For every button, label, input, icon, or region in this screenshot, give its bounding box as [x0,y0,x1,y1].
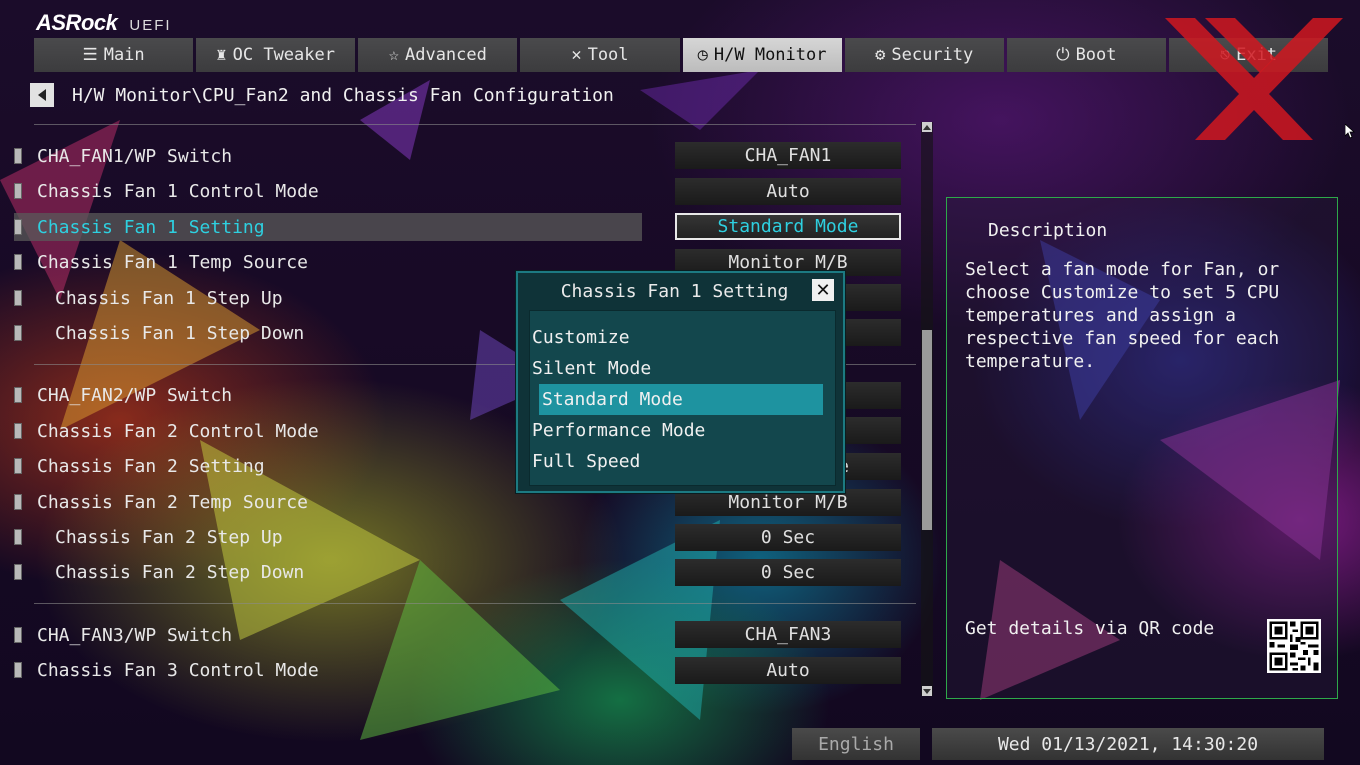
shield-icon: ⚙ [875,44,886,65]
datetime-display: Wed 01/13/2021, 14:30:20 [932,728,1324,760]
setting-label: Chassis Fan 2 Setting [37,455,265,477]
tab-label: Advanced [404,45,487,65]
tab-oc-tweaker[interactable]: ♜ OC Tweaker [196,38,356,72]
setting-label: Chassis Fan 1 Temp Source [37,251,308,273]
setting-row-fan2-step-down[interactable]: Chassis Fan 2 Step Down [14,558,642,586]
value-cha-fan1-switch[interactable]: CHA_FAN1 [675,142,901,169]
arrow-left-icon [38,89,46,101]
value-cha-fan3-switch[interactable]: CHA_FAN3 [675,621,901,648]
value-fan2-temp-source[interactable]: Monitor M/B [675,489,901,516]
asrock-logo: ASRock UEFI [36,10,172,36]
setting-row-cha-fan1-switch[interactable]: CHA_FAN1/WP Switch [14,142,642,170]
description-text: Select a fan mode for Fan, or choose Cus… [965,259,1280,372]
scrollbar[interactable] [921,122,933,696]
star-icon: ☆ [388,44,399,65]
description-title: Description [988,220,1108,241]
tab-hw-monitor[interactable]: ◷ H/W Monitor [682,38,842,72]
setting-label: CHA_FAN1/WP Switch [37,145,233,167]
arrow-up-icon [923,124,931,130]
row-marker [14,325,22,341]
row-marker [14,662,22,678]
tab-advanced[interactable]: ☆ Advanced [358,38,518,72]
row-marker [14,290,22,306]
language-selector[interactable]: English [792,728,920,760]
tab-boot[interactable]: ⏻ Boot [1006,38,1166,72]
value-fan1-control-mode[interactable]: Auto [675,178,901,205]
tab-label: H/W Monitor [713,45,827,65]
option-performance-mode[interactable]: Performance Mode [529,415,813,446]
gauge-icon: ◷ [697,44,708,65]
tab-label: OC Tweaker [232,45,335,65]
row-marker [14,148,22,164]
row-marker [14,458,22,474]
setting-row-fan1-setting[interactable]: Chassis Fan 1 Setting [14,213,642,241]
divider [34,124,916,125]
close-icon[interactable]: ✕ [812,279,834,301]
back-button[interactable] [30,83,54,107]
divider [34,603,916,604]
setting-label: Chassis Fan 1 Step Up [55,287,283,309]
qr-code [1267,619,1321,673]
row-marker [14,183,22,199]
row-marker [14,387,22,403]
row-marker [14,564,22,580]
setting-label: CHA_FAN2/WP Switch [37,384,233,406]
tab-label: Boot [1075,45,1117,65]
main-tabs: ☰ Main ♜ OC Tweaker ☆ Advanced ✕ Tool ◷ … [34,38,1328,72]
power-icon: ⏻ [1056,44,1070,65]
value-fan1-setting[interactable]: Standard Mode [675,213,901,240]
description-panel: Description Select a fan mode for Fan, o… [946,197,1338,699]
qr-caption: Get details via QR code [965,618,1215,639]
option-customize[interactable]: Customize [529,322,813,353]
breadcrumb: H/W Monitor\CPU_Fan2 and Chassis Fan Con… [30,82,614,108]
tab-security[interactable]: ⚙ Security [844,38,1004,72]
row-marker [14,494,22,510]
popup-title: Chassis Fan 1 Setting [560,281,789,302]
row-marker [14,423,22,439]
setting-row-cha-fan3-switch[interactable]: CHA_FAN3/WP Switch [14,621,642,649]
setting-row-fan2-step-up[interactable]: Chassis Fan 2 Step Up [14,523,642,551]
setting-label: Chassis Fan 2 Control Mode [37,420,319,442]
row-marker [14,627,22,643]
setting-label: Chassis Fan 1 Step Down [55,322,305,344]
setting-label: Chassis Fan 2 Temp Source [37,491,308,513]
tab-main[interactable]: ☰ Main [34,38,194,72]
list-icon: ☰ [82,44,98,65]
row-marker [14,219,22,235]
scroll-thumb[interactable] [922,330,932,530]
logo-subtitle: UEFI [129,17,172,34]
setting-label: CHA_FAN3/WP Switch [37,624,233,646]
option-full-speed[interactable]: Full Speed [529,446,813,477]
value-fan2-step-down[interactable]: 0 Sec [675,559,901,586]
tools-icon: ✕ [571,44,582,65]
setting-label: Chassis Fan 1 Control Mode [37,180,319,202]
scroll-up-button[interactable] [922,122,932,132]
scroll-down-button[interactable] [922,686,932,696]
tab-label: Main [103,45,145,65]
mouse-cursor-icon [1345,124,1355,139]
tab-tool[interactable]: ✕ Tool [520,38,680,72]
row-marker [14,254,22,270]
rocket-icon: ♜ [216,44,227,65]
logo-brand: ASRock [36,10,118,35]
setting-label: Chassis Fan 1 Setting [37,216,265,238]
setting-row-fan1-control-mode[interactable]: Chassis Fan 1 Control Mode [14,177,642,205]
breadcrumb-path: H/W Monitor\CPU_Fan2 and Chassis Fan Con… [72,84,614,106]
value-fan2-step-up[interactable]: 0 Sec [675,524,901,551]
option-standard-mode[interactable]: Standard Mode [539,384,823,415]
fan-setting-popup: Chassis Fan 1 Setting ✕ Customize Silent… [516,271,845,493]
setting-row-fan3-control-mode[interactable]: Chassis Fan 3 Control Mode [14,656,642,684]
watermark-logo [1165,18,1343,140]
tab-label: Tool [587,45,629,65]
row-marker [14,529,22,545]
value-fan3-control-mode[interactable]: Auto [675,657,901,684]
arrow-down-icon [923,688,931,694]
setting-label: Chassis Fan 2 Step Up [55,526,283,548]
option-silent-mode[interactable]: Silent Mode [529,353,813,384]
setting-label: Chassis Fan 2 Step Down [55,561,305,583]
tab-label: Security [891,45,974,65]
setting-label: Chassis Fan 3 Control Mode [37,659,319,681]
